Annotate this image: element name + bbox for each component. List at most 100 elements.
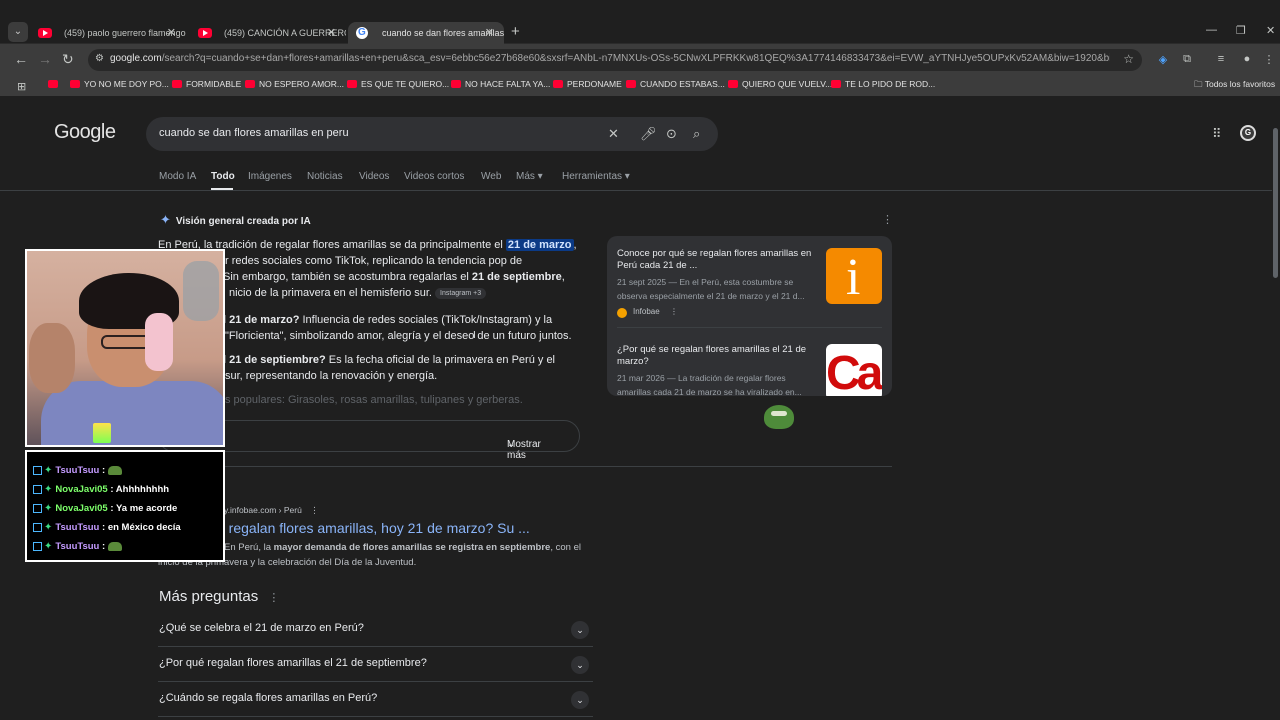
bookmark-item[interactable]: FORMIDABLE: [172, 79, 241, 89]
stream-chat-overlay: ✦ TsuuTsuu : ✦ NovaJavi05 : Ahhhhhhhh ✦ Nov…: [25, 450, 225, 562]
tab-todo[interactable]: Todo: [211, 171, 235, 182]
new-tab-icon[interactable]: +: [511, 23, 520, 40]
youtube-icon: [198, 28, 212, 38]
tab-herramientas[interactable]: Herramientas ▾: [562, 171, 630, 182]
bookmark-item[interactable]: NO HACE FALTA YA...: [451, 79, 550, 89]
webcam-overlay: [25, 249, 225, 447]
forward-icon[interactable]: →: [38, 51, 52, 67]
ai-overview-header: ✦ Visión general creada por IA: [160, 212, 311, 228]
divider: [617, 327, 882, 328]
more-options-icon: ⋮: [310, 505, 319, 515]
prime-badge-icon: [33, 504, 42, 513]
more-options-icon[interactable]: ⋮: [882, 213, 893, 226]
restore-icon[interactable]: ❐: [1236, 24, 1246, 37]
bookmark-item[interactable]: TE LO PIDO DE ROD...: [831, 79, 935, 89]
address-bar[interactable]: ⚙ google.com/search?q=cuando+se+dan+flor…: [88, 49, 1142, 71]
active-tab-indicator: [211, 188, 233, 190]
streamer-hand: [29, 323, 75, 393]
url-text: google.com/search?q=cuando+se+dan+flores…: [110, 53, 1110, 64]
close-icon[interactable]: ✕: [167, 22, 176, 44]
source-site: Infobae ⋮: [617, 307, 887, 318]
ai-overview-title: Visión general creada por IA: [175, 216, 311, 227]
prime-badge-icon: [33, 466, 42, 475]
extension-icon[interactable]: ◈: [1156, 53, 1170, 67]
ai-sources-panel: Conoce por qué se regalan flores amarill…: [607, 236, 892, 396]
apps-grid-icon[interactable]: ⊞: [17, 80, 26, 93]
account-avatar[interactable]: G: [1240, 125, 1256, 141]
search-icon[interactable]: ⌕: [693, 126, 700, 142]
search-nav-tabs: Modo IA Todo Imágenes Noticias Videos Vi…: [0, 169, 1280, 191]
bookmark-item[interactable]: NO ESPERO AMOR...: [245, 79, 344, 89]
media-icon[interactable]: ≡: [1214, 53, 1228, 67]
ai-paragraph-3: l 21 de septiembre? Es la fecha oficial …: [223, 354, 555, 366]
tab-2[interactable]: (459) CANCIÓN A GUERRERO P ✕: [190, 22, 346, 44]
source-title[interactable]: Conoce por qué se regalan flores amarill…: [617, 248, 817, 272]
ai-paragraph-1-line-2: r redes sociales como TikTok, replicando…: [225, 255, 523, 267]
tab-modo-ia[interactable]: Modo IA: [159, 171, 196, 182]
tab-active[interactable]: cuando se dan flores amarillas e ✕: [348, 22, 504, 44]
tab-noticias[interactable]: Noticias: [307, 171, 343, 182]
tab-search-button[interactable]: ⌄: [8, 22, 28, 42]
tab-web[interactable]: Web: [481, 171, 501, 182]
correo-thumbnail[interactable]: [826, 344, 882, 396]
tab-1[interactable]: (459) paolo guerrero flamengo ✕: [30, 22, 186, 44]
search-box[interactable]: cuando se dan flores amarillas en peru ✕…: [146, 117, 718, 151]
menu-icon[interactable]: ⋮: [1262, 53, 1276, 67]
tab-videos[interactable]: Videos: [359, 171, 389, 182]
google-apps-icon[interactable]: ⠿: [1212, 126, 1222, 142]
question-text: ¿Qué se celebra el 21 de marzo en Perú?: [159, 622, 364, 634]
text-cursor-icon: I: [473, 330, 476, 341]
search-input[interactable]: cuando se dan flores amarillas en peru: [159, 127, 349, 139]
chevron-down-icon: ⌄: [571, 621, 589, 639]
chevron-down-icon: ⌄: [507, 439, 516, 450]
close-icon[interactable]: ✕: [485, 22, 494, 44]
tab-imagenes[interactable]: Imágenes: [248, 171, 292, 182]
section-divider: [158, 466, 892, 467]
clear-icon[interactable]: ✕: [608, 126, 619, 142]
reload-icon[interactable]: ↻: [62, 51, 74, 68]
sub-badge-icon: ✦: [44, 522, 53, 533]
question-row[interactable]: ¿Por qué regalan flores amarillas el 21 …: [158, 647, 593, 682]
ai-paragraph-1-line-3: Sin embargo, también se acostumbra regal…: [223, 271, 565, 283]
window-close-icon[interactable]: ✕: [1266, 24, 1275, 37]
source-title[interactable]: ¿Por qué se regalan flores amarillas el …: [617, 344, 817, 368]
more-options-icon: ⋮: [669, 307, 678, 316]
youtube-icon: [38, 28, 52, 38]
chat-message: ✦ TsuuTsuu :: [33, 465, 122, 476]
tab-mas[interactable]: Más ▾: [516, 171, 543, 182]
minimize-icon[interactable]: —: [1206, 24, 1217, 36]
all-bookmarks-folder[interactable]: 🗀 Todos los favoritos: [1194, 79, 1275, 93]
sparkle-icon: ✦: [160, 212, 171, 227]
site-info-icon[interactable]: ⚙: [95, 53, 105, 65]
source-chip[interactable]: Instagram +3: [435, 287, 487, 299]
voice-search-icon[interactable]: 🎤︎: [640, 126, 657, 142]
bookmark-item[interactable]: CUANDO ESTABAS...: [626, 79, 725, 89]
page-scrollbar[interactable]: [1272, 100, 1280, 710]
profile-icon[interactable]: ●: [1240, 53, 1254, 67]
bookmark-item[interactable]: QUIERO QUE VUELV...: [728, 79, 832, 89]
pepe-emote-icon: [764, 405, 794, 429]
more-options-icon: ⋮: [268, 592, 280, 604]
extensions-puzzle-icon[interactable]: ⧉: [1180, 53, 1194, 67]
tab-videos-cortos[interactable]: Videos cortos: [404, 171, 464, 182]
scrollbar-thumb[interactable]: [1273, 128, 1278, 278]
infobae-thumbnail[interactable]: [826, 248, 882, 307]
result-title[interactable]: e regalan flores amarillas, hoy 21 de ma…: [217, 520, 530, 536]
ai-paragraph-4: s populares: Girasoles, rosas amarillas,…: [225, 394, 523, 406]
google-logo[interactable]: Google: [54, 121, 116, 144]
ai-paragraph-3-line-2: sur, representando la renovación y energ…: [225, 370, 438, 382]
result-url[interactable]: y.infobae.com › Perú ⋮: [224, 505, 319, 516]
chat-message: ✦ TsuuTsuu : en México decía: [33, 522, 181, 533]
lens-icon[interactable]: ⊙: [666, 126, 677, 142]
bookmark-item[interactable]: PERDONAME: [553, 79, 622, 89]
question-row[interactable]: ¿Qué se celebra el 21 de marzo en Perú? ⌄: [158, 612, 593, 647]
bookmark-item[interactable]: ES QUE TE QUIERO...: [347, 79, 449, 89]
frog-emote-icon: [107, 466, 122, 475]
question-row[interactable]: ¿Cuándo se regala flores amarillas en Pe…: [158, 682, 593, 717]
microphone-icon: [183, 261, 219, 321]
close-icon[interactable]: ✕: [327, 22, 336, 44]
back-icon[interactable]: ←: [14, 51, 28, 67]
bookmark-star-icon[interactable]: ☆: [1123, 52, 1134, 66]
question-text: ¿Cuándo se regala flores amarillas en Pe…: [159, 692, 378, 704]
bookmark-item[interactable]: YO NO ME DOY PO...: [70, 79, 169, 89]
